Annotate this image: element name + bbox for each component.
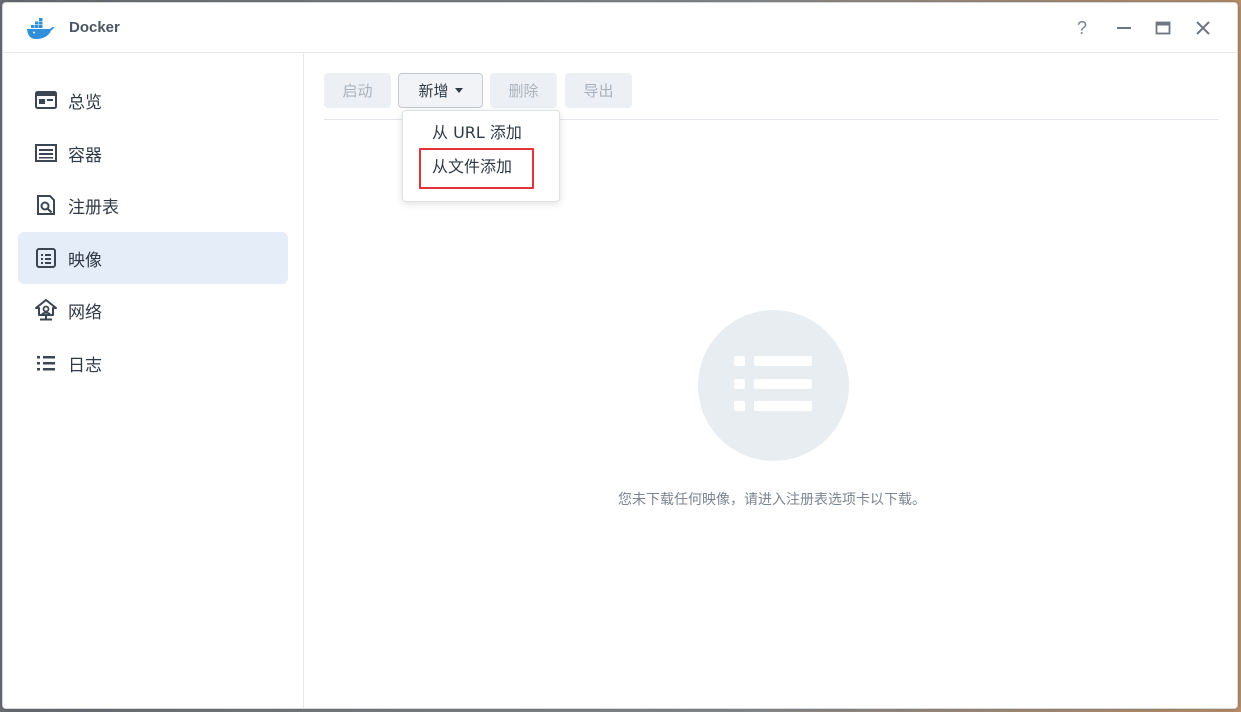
sidebar-item-label: 容器	[68, 145, 102, 166]
help-button[interactable]: ?	[1071, 17, 1093, 39]
export-button[interactable]: 导出	[565, 73, 632, 108]
minimize-button[interactable]	[1113, 17, 1135, 39]
sidebar-item-registry[interactable]: 注册表	[18, 179, 288, 231]
sidebar-item-label: 注册表	[68, 197, 119, 218]
sidebar-item-label: 总览	[68, 92, 102, 113]
sidebar-item-container[interactable]: 容器	[18, 127, 288, 179]
add-button-label: 新增	[418, 82, 449, 100]
registry-icon	[37, 195, 55, 215]
minimize-icon	[1117, 27, 1131, 29]
close-icon	[1196, 21, 1210, 35]
delete-button[interactable]: 删除	[490, 73, 557, 108]
caret-down-icon	[454, 88, 463, 93]
container-icon	[35, 144, 57, 162]
close-button[interactable]	[1192, 17, 1214, 39]
maximize-button[interactable]	[1152, 17, 1174, 39]
main-panel: 启动 新增 删除 导出 从 URL 添加 从文件添加 您未下载任何映像，请进入注…	[305, 53, 1237, 708]
sidebar-item-label: 网络	[68, 302, 102, 323]
sidebar-item-image[interactable]: 映像	[18, 232, 288, 284]
maximize-icon	[1155, 21, 1171, 35]
empty-state-message: 您未下载任何映像，请进入注册表选项卡以下载。	[618, 492, 926, 508]
menu-item-add-from-url[interactable]: 从 URL 添加	[403, 114, 559, 148]
image-icon	[36, 248, 56, 268]
empty-state-illustration	[698, 310, 849, 461]
sidebar-item-log[interactable]: 日志	[18, 337, 288, 389]
window-title: Docker	[69, 19, 120, 36]
docker-logo-icon	[27, 18, 55, 39]
sidebar-item-network[interactable]: 网络	[18, 284, 288, 336]
sidebar: 总览 容器 注册表 映像 网络 日志	[3, 53, 304, 708]
sidebar-item-label: 日志	[68, 355, 102, 376]
add-dropdown-menu: 从 URL 添加 从文件添加	[402, 110, 560, 202]
title-bar[interactable]: Docker ?	[3, 3, 1237, 53]
overview-icon	[35, 91, 57, 109]
sidebar-item-overview[interactable]: 总览	[18, 74, 288, 126]
add-button[interactable]: 新增	[398, 73, 483, 108]
network-icon	[35, 299, 57, 321]
start-button[interactable]: 启动	[324, 73, 391, 108]
list-icon	[734, 356, 812, 411]
log-icon	[37, 356, 55, 371]
docker-window: Docker ? 总览 容器 注册表 映像 网络 日志 启动 新增 删除 导出 …	[2, 2, 1238, 709]
sidebar-item-label: 映像	[68, 250, 102, 271]
menu-item-add-from-file[interactable]: 从文件添加	[403, 148, 559, 189]
